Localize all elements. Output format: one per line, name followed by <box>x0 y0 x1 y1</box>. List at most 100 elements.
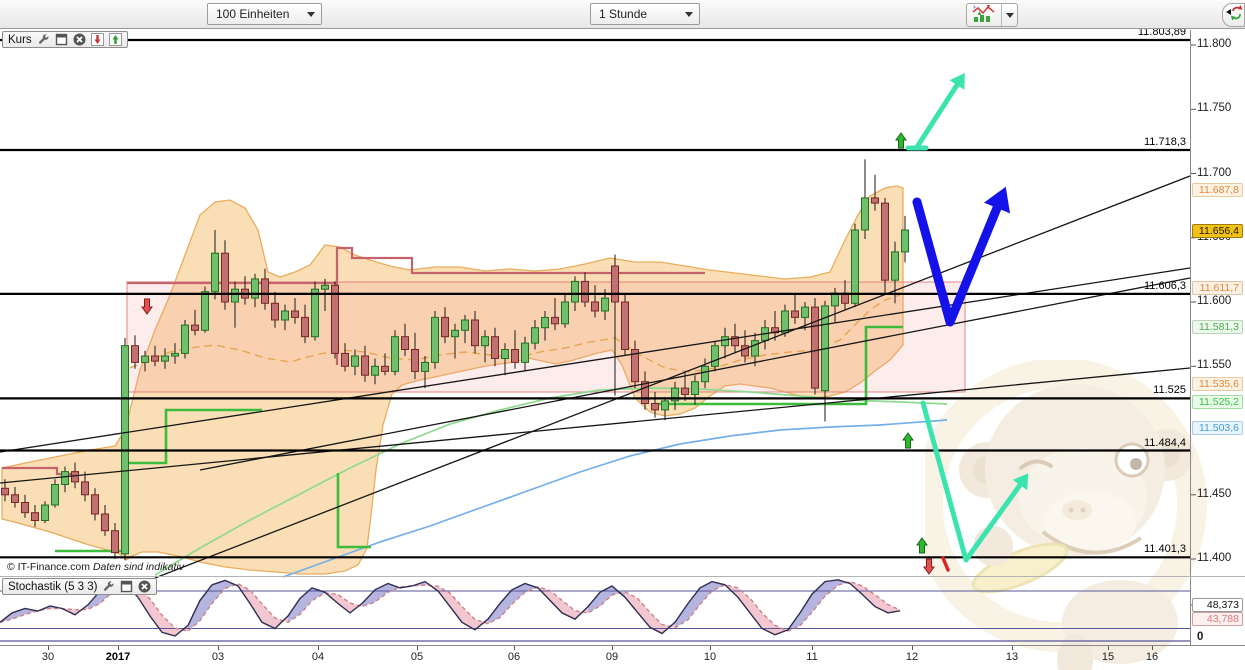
candle <box>2 488 9 495</box>
candle <box>702 366 709 381</box>
candle <box>592 302 599 311</box>
x-axis-label: 11 <box>806 651 817 663</box>
buy-order-icon[interactable] <box>109 33 122 46</box>
window-icon[interactable] <box>55 33 68 46</box>
price-tag: 11.503,6 <box>1192 421 1243 435</box>
x-axis-label: 09 <box>606 651 618 663</box>
annotation-arrow <box>917 85 957 147</box>
candle <box>572 281 579 302</box>
kurs-panel-header: Kurs <box>2 31 128 48</box>
x-axis-label: 30 <box>42 651 54 663</box>
candle <box>282 311 289 320</box>
ma-fast-line <box>283 420 947 577</box>
y-axis-tick: 11.700 <box>1197 167 1231 179</box>
refresh-button[interactable] <box>1222 3 1245 27</box>
price-axis-line <box>1190 30 1191 645</box>
price-tag: 11.687,8 <box>1192 183 1243 197</box>
candle <box>422 362 429 371</box>
candle <box>712 346 719 367</box>
chevron-down-icon[interactable] <box>679 4 699 24</box>
candle <box>252 279 259 298</box>
x-axis-label: 06 <box>508 651 520 663</box>
candle <box>752 341 759 356</box>
chart-style-button[interactable] <box>966 3 1018 27</box>
candle <box>862 198 869 230</box>
candle <box>162 356 169 361</box>
candle <box>882 203 889 280</box>
stochastic-canvas[interactable] <box>0 578 1245 645</box>
sell-marker-icon <box>924 559 934 574</box>
units-dropdown-value: 100 Einheiten <box>208 7 301 21</box>
candle <box>202 292 209 331</box>
candle <box>142 356 149 362</box>
candle <box>532 328 539 343</box>
candle <box>722 337 729 346</box>
candle <box>82 482 89 495</box>
y-axis-tick: 11.800 <box>1197 38 1231 50</box>
close-icon[interactable] <box>73 33 86 46</box>
candle <box>22 503 29 513</box>
stop-dash-marker <box>943 558 948 570</box>
candle <box>52 485 59 506</box>
candle <box>62 472 69 485</box>
candle <box>522 343 529 362</box>
chevron-down-icon[interactable] <box>301 4 321 24</box>
candle <box>892 252 899 280</box>
buy-marker-icon <box>917 538 927 553</box>
candle <box>112 531 119 553</box>
stoch-value-tag: 43,788 <box>1192 612 1243 626</box>
candle <box>442 317 449 336</box>
chevron-down-icon[interactable] <box>1001 4 1017 26</box>
disclaimer-text: Daten sind indikativ <box>93 561 184 573</box>
candle <box>582 281 589 302</box>
sell-order-icon[interactable] <box>91 33 104 46</box>
x-axis-label: 04 <box>312 651 324 663</box>
candle <box>552 317 559 323</box>
candle <box>182 325 189 353</box>
candle <box>392 337 399 372</box>
candle <box>612 266 619 302</box>
candle <box>452 330 459 336</box>
kurs-panel-title: Kurs <box>8 34 32 46</box>
candle <box>872 198 879 203</box>
candle <box>72 472 79 482</box>
y-axis-tick: 11.400 <box>1197 552 1231 564</box>
timeframe-dropdown-value: 1 Stunde <box>591 7 679 21</box>
candle <box>212 253 219 292</box>
candle <box>492 337 499 359</box>
candle <box>262 279 269 303</box>
candle <box>852 230 859 303</box>
timeframe-dropdown[interactable]: 1 Stunde <box>590 3 700 25</box>
candle <box>42 505 49 521</box>
candle <box>32 513 39 521</box>
y-axis-tick: 11.450 <box>1197 488 1231 500</box>
chart-style-icon <box>967 3 1001 28</box>
price-chart-canvas[interactable] <box>0 30 1245 578</box>
wrench-icon[interactable] <box>102 580 115 593</box>
time-axis[interactable]: 3020170304050609101112131516 <box>0 645 1245 670</box>
x-axis-label: 12 <box>906 651 918 663</box>
candle <box>512 350 519 363</box>
candle <box>682 388 689 394</box>
x-axis-label: 2017 <box>106 651 130 663</box>
x-axis-label: 10 <box>704 651 716 663</box>
units-dropdown[interactable]: 100 Einheiten <box>207 3 322 25</box>
x-axis-label: 05 <box>411 651 423 663</box>
price-tag: 11.535,6 <box>1192 377 1243 391</box>
candle <box>352 356 359 366</box>
candle <box>232 289 239 302</box>
close-icon[interactable] <box>138 580 151 593</box>
candle <box>342 353 349 366</box>
candle <box>432 317 439 362</box>
candle <box>92 495 99 514</box>
level-price-label: 11.606,3 <box>1040 280 1186 292</box>
candle <box>132 346 139 363</box>
candle <box>502 350 509 359</box>
level-price-label: 11.718,3 <box>1040 136 1186 148</box>
candle <box>662 401 669 410</box>
candle <box>102 514 109 531</box>
window-icon[interactable] <box>120 580 133 593</box>
wrench-icon[interactable] <box>37 33 50 46</box>
top-toolbar: 100 Einheiten 1 Stunde <box>0 0 1245 29</box>
candle <box>332 285 339 353</box>
